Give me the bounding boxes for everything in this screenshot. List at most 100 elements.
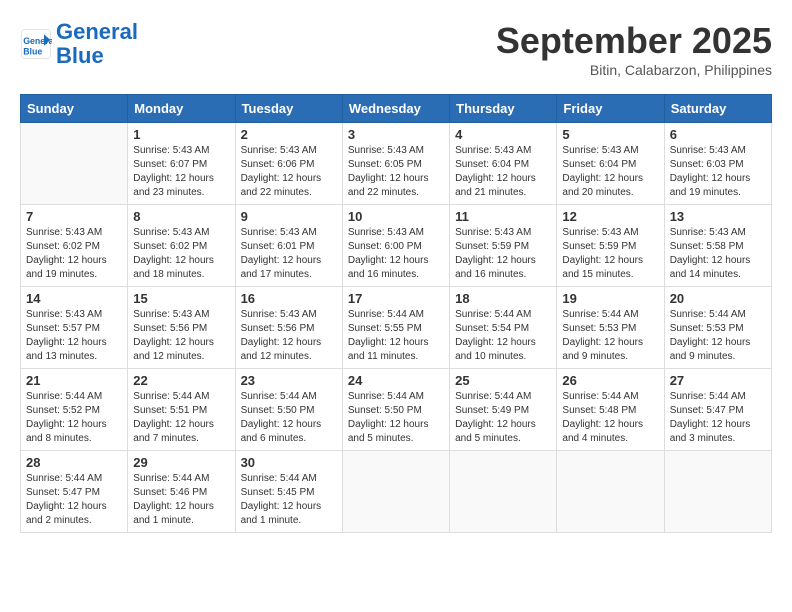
calendar-week-1: 1 Sunrise: 5:43 AM Sunset: 6:07 PM Daylig… — [21, 123, 772, 205]
calendar-cell — [21, 123, 128, 205]
weekday-header-tuesday: Tuesday — [235, 95, 342, 123]
calendar-week-4: 21Sunrise: 5:44 AM Sunset: 5:52 PM Dayli… — [21, 369, 772, 451]
calendar-cell — [557, 451, 664, 533]
cell-info: Sunrise: 5:44 AM Sunset: 5:54 PM Dayligh… — [455, 308, 551, 364]
calendar-cell: 12 Sunrise: 5:43 AM Sunset: 5:59 PM Dayli… — [557, 205, 664, 287]
cell-info: Sunrise: 5:43 AM Sunset: 6:04 PM Dayligh… — [562, 144, 658, 200]
location: Bitin, Calabarzon, Philippines — [496, 62, 772, 78]
cell-info: Sunrise: 5:43 AM Sunset: 6:06 PM Dayligh… — [241, 144, 337, 200]
day-number: 14 — [26, 291, 122, 306]
logo: General Blue GeneralBlue — [20, 20, 138, 68]
calendar-cell: 17Sunrise: 5:44 AM Sunset: 5:55 PM Dayli… — [342, 287, 449, 369]
day-number: 20 — [670, 291, 766, 306]
calendar-cell: 4Sunrise: 5:43 AM Sunset: 6:04 PM Daylig… — [450, 123, 557, 205]
calendar-cell: 30 Sunrise: 5:44 AM Sunset: 5:45 PM Dayli… — [235, 451, 342, 533]
day-number: 1 — [133, 127, 229, 142]
calendar-cell: 11 Sunrise: 5:43 AM Sunset: 5:59 PM Dayli… — [450, 205, 557, 287]
calendar-cell: 7 Sunrise: 5:43 AM Sunset: 6:02 PM Daylig… — [21, 205, 128, 287]
cell-info: Sunrise: 5:44 AM Sunset: 5:47 PM Dayligh… — [670, 390, 766, 446]
day-number: 11 — [455, 209, 551, 224]
cell-info: Sunrise: 5:43 AM Sunset: 6:01 PM Dayligh… — [241, 226, 337, 282]
cell-info: Sunrise: 5:44 AM Sunset: 5:50 PM Dayligh… — [241, 390, 337, 446]
day-number: 17 — [348, 291, 444, 306]
day-number: 18 — [455, 291, 551, 306]
weekday-header-saturday: Saturday — [664, 95, 771, 123]
day-number: 22 — [133, 373, 229, 388]
day-number: 5 — [562, 127, 658, 142]
cell-info: Sunrise: 5:43 AM Sunset: 5:57 PM Dayligh… — [26, 308, 122, 364]
day-number: 7 — [26, 209, 122, 224]
day-number: 25 — [455, 373, 551, 388]
cell-info: Sunrise: 5:43 AM Sunset: 5:56 PM Dayligh… — [133, 308, 229, 364]
weekday-header-wednesday: Wednesday — [342, 95, 449, 123]
calendar-cell — [342, 451, 449, 533]
day-number: 8 — [133, 209, 229, 224]
day-number: 6 — [670, 127, 766, 142]
calendar-cell: 15 Sunrise: 5:43 AM Sunset: 5:56 PM Dayli… — [128, 287, 235, 369]
weekday-header-thursday: Thursday — [450, 95, 557, 123]
calendar-week-2: 7 Sunrise: 5:43 AM Sunset: 6:02 PM Daylig… — [21, 205, 772, 287]
calendar-cell: 14 Sunrise: 5:43 AM Sunset: 5:57 PM Dayli… — [21, 287, 128, 369]
cell-info: Sunrise: 5:44 AM Sunset: 5:45 PM Dayligh… — [241, 472, 337, 528]
calendar-cell — [664, 451, 771, 533]
calendar-cell: 3 Sunrise: 5:43 AM Sunset: 6:05 PM Daylig… — [342, 123, 449, 205]
day-number: 27 — [670, 373, 766, 388]
weekday-header-monday: Monday — [128, 95, 235, 123]
calendar-cell: 29 Sunrise: 5:44 AM Sunset: 5:46 PM Dayli… — [128, 451, 235, 533]
calendar-cell: 6 Sunrise: 5:43 AM Sunset: 6:03 PM Daylig… — [664, 123, 771, 205]
calendar-table: SundayMondayTuesdayWednesdayThursdayFrid… — [20, 94, 772, 533]
calendar-cell: 28Sunrise: 5:44 AM Sunset: 5:47 PM Dayli… — [21, 451, 128, 533]
day-number: 12 — [562, 209, 658, 224]
cell-info: Sunrise: 5:43 AM Sunset: 6:00 PM Dayligh… — [348, 226, 444, 282]
logo-text: GeneralBlue — [56, 20, 138, 68]
day-number: 16 — [241, 291, 337, 306]
calendar-cell: 10 Sunrise: 5:43 AM Sunset: 6:00 PM Dayli… — [342, 205, 449, 287]
calendar-cell: 1 Sunrise: 5:43 AM Sunset: 6:07 PM Daylig… — [128, 123, 235, 205]
day-number: 26 — [562, 373, 658, 388]
logo-icon: General Blue — [20, 28, 52, 60]
cell-info: Sunrise: 5:43 AM Sunset: 6:02 PM Dayligh… — [133, 226, 229, 282]
day-number: 4 — [455, 127, 551, 142]
cell-info: Sunrise: 5:43 AM Sunset: 6:05 PM Dayligh… — [348, 144, 444, 200]
cell-info: Sunrise: 5:43 AM Sunset: 5:58 PM Dayligh… — [670, 226, 766, 282]
svg-text:Blue: Blue — [23, 47, 42, 57]
calendar-week-5: 28Sunrise: 5:44 AM Sunset: 5:47 PM Dayli… — [21, 451, 772, 533]
title-area: September 2025 Bitin, Calabarzon, Philip… — [496, 20, 772, 78]
calendar-cell: 16Sunrise: 5:43 AM Sunset: 5:56 PM Dayli… — [235, 287, 342, 369]
calendar-cell: 27 Sunrise: 5:44 AM Sunset: 5:47 PM Dayli… — [664, 369, 771, 451]
cell-info: Sunrise: 5:44 AM Sunset: 5:51 PM Dayligh… — [133, 390, 229, 446]
calendar-cell: 25 Sunrise: 5:44 AM Sunset: 5:49 PM Dayli… — [450, 369, 557, 451]
cell-info: Sunrise: 5:44 AM Sunset: 5:48 PM Dayligh… — [562, 390, 658, 446]
cell-info: Sunrise: 5:44 AM Sunset: 5:46 PM Dayligh… — [133, 472, 229, 528]
day-number: 2 — [241, 127, 337, 142]
cell-info: Sunrise: 5:44 AM Sunset: 5:53 PM Dayligh… — [670, 308, 766, 364]
cell-info: Sunrise: 5:43 AM Sunset: 5:59 PM Dayligh… — [455, 226, 551, 282]
cell-info: Sunrise: 5:44 AM Sunset: 5:47 PM Dayligh… — [26, 472, 122, 528]
weekday-header-sunday: Sunday — [21, 95, 128, 123]
calendar-cell: 9Sunrise: 5:43 AM Sunset: 6:01 PM Daylig… — [235, 205, 342, 287]
calendar-cell: 26 Sunrise: 5:44 AM Sunset: 5:48 PM Dayli… — [557, 369, 664, 451]
cell-info: Sunrise: 5:43 AM Sunset: 6:02 PM Dayligh… — [26, 226, 122, 282]
day-number: 13 — [670, 209, 766, 224]
day-number: 30 — [241, 455, 337, 470]
calendar-cell: 24 Sunrise: 5:44 AM Sunset: 5:50 PM Dayli… — [342, 369, 449, 451]
month-title: September 2025 — [496, 20, 772, 62]
weekday-header-row: SundayMondayTuesdayWednesdayThursdayFrid… — [21, 95, 772, 123]
calendar-week-3: 14 Sunrise: 5:43 AM Sunset: 5:57 PM Dayli… — [21, 287, 772, 369]
day-number: 3 — [348, 127, 444, 142]
cell-info: Sunrise: 5:43 AM Sunset: 6:03 PM Dayligh… — [670, 144, 766, 200]
day-number: 24 — [348, 373, 444, 388]
calendar-cell: 5 Sunrise: 5:43 AM Sunset: 6:04 PM Daylig… — [557, 123, 664, 205]
day-number: 15 — [133, 291, 229, 306]
page-header: General Blue GeneralBlue September 2025 … — [20, 20, 772, 78]
calendar-cell: 23Sunrise: 5:44 AM Sunset: 5:50 PM Dayli… — [235, 369, 342, 451]
cell-info: Sunrise: 5:43 AM Sunset: 6:07 PM Dayligh… — [133, 144, 229, 200]
calendar-cell: 8 Sunrise: 5:43 AM Sunset: 6:02 PM Daylig… — [128, 205, 235, 287]
calendar-cell: 18 Sunrise: 5:44 AM Sunset: 5:54 PM Dayli… — [450, 287, 557, 369]
day-number: 10 — [348, 209, 444, 224]
cell-info: Sunrise: 5:44 AM Sunset: 5:50 PM Dayligh… — [348, 390, 444, 446]
day-number: 29 — [133, 455, 229, 470]
cell-info: Sunrise: 5:44 AM Sunset: 5:49 PM Dayligh… — [455, 390, 551, 446]
cell-info: Sunrise: 5:43 AM Sunset: 5:59 PM Dayligh… — [562, 226, 658, 282]
cell-info: Sunrise: 5:44 AM Sunset: 5:52 PM Dayligh… — [26, 390, 122, 446]
